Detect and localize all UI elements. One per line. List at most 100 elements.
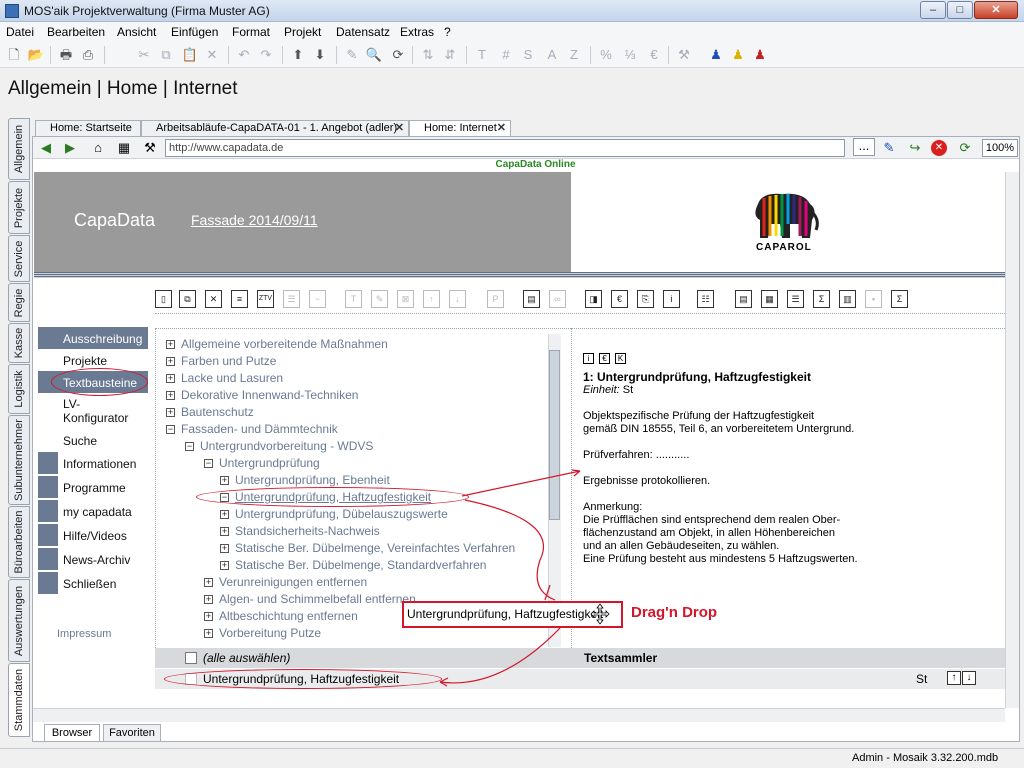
nav-ausschreibung[interactable]: Ausschreibung	[38, 327, 148, 349]
nav-lv-konfigurator[interactable]: LV- Konfigurator	[38, 393, 148, 429]
vtab-auswertungen[interactable]: Auswertungen	[8, 579, 30, 662]
doc-tab-startseite[interactable]: Home: Startseite	[35, 120, 141, 136]
tree-node[interactable]: + Lacke und Lasuren	[166, 371, 283, 387]
euro-doc-icon[interactable]: €	[611, 290, 628, 308]
tree-node[interactable]: + Verunreinigungen entfernen	[204, 575, 367, 591]
expand-icon[interactable]: +	[166, 357, 175, 366]
info-icon[interactable]: i	[663, 290, 680, 308]
minus-icon[interactable]: −	[309, 290, 326, 308]
nav-suche[interactable]: Suche	[38, 429, 148, 451]
tools-icon[interactable]: ⚒	[674, 45, 694, 65]
new-text-icon[interactable]: ▯	[155, 290, 172, 308]
close-tab-icon[interactable]: ✕	[497, 121, 506, 135]
menu-einfuegen[interactable]: Einfügen	[171, 25, 218, 39]
close-tab-icon[interactable]: ✕	[395, 121, 404, 135]
expand-icon[interactable]: +	[220, 527, 229, 536]
down-box-icon[interactable]: ↓	[449, 290, 466, 308]
delete-icon[interactable]: ✕	[202, 45, 222, 65]
expand-icon[interactable]: +	[220, 561, 229, 570]
sigma-doc-icon[interactable]: ▤	[523, 290, 540, 308]
vtab-stammdaten[interactable]: Stammdaten	[8, 663, 30, 737]
arrow-up-icon[interactable]: ⬆	[288, 45, 308, 65]
expand-icon[interactable]: +	[166, 408, 175, 417]
tab-favoriten[interactable]: Favoriten	[103, 724, 161, 742]
expand-icon[interactable]: +	[204, 578, 213, 587]
table-icon[interactable]: ▦	[761, 290, 778, 308]
copy-icon[interactable]: ⧉	[156, 45, 176, 65]
expand-icon[interactable]: +	[220, 544, 229, 553]
text-icon[interactable]: T	[472, 45, 492, 65]
text-block-icon[interactable]: T	[345, 290, 362, 308]
z-icon[interactable]: Z	[564, 45, 584, 65]
cut-icon[interactable]: ✂	[134, 45, 154, 65]
expand-icon[interactable]: +	[166, 340, 175, 349]
expand-icon[interactable]: +	[220, 510, 229, 519]
paste-icon[interactable]: 📋	[180, 45, 200, 65]
print-icon[interactable]: 🖶	[56, 45, 76, 65]
pencil-icon[interactable]: ✎	[342, 45, 362, 65]
minimize-button[interactable]: –	[920, 1, 946, 19]
arrow-doc-icon[interactable]: ☷	[697, 290, 714, 308]
euro-icon[interactable]: €	[599, 353, 610, 364]
tree-scroll-thumb[interactable]	[549, 350, 560, 520]
link-icon[interactable]: ∞	[549, 290, 566, 308]
move-up-icon[interactable]: ↑	[947, 671, 961, 685]
tree-node[interactable]: + Vorbereitung Putze	[204, 626, 321, 642]
redo-icon[interactable]: ↷	[256, 45, 276, 65]
zoom-field[interactable]: 100%	[982, 139, 1018, 157]
nav-schliessen[interactable]: Schließen	[38, 572, 148, 594]
s-icon[interactable]: S	[518, 45, 538, 65]
vtab-allgemein[interactable]: Allgemein	[8, 118, 30, 180]
sort-desc-icon[interactable]: ⇵	[440, 45, 460, 65]
reload-icon[interactable]: ⟳	[955, 138, 975, 158]
info-icon[interactable]: i	[583, 353, 594, 364]
lines-icon[interactable]: ≡	[231, 290, 248, 308]
collapse-icon[interactable]: −	[204, 459, 213, 468]
k-icon[interactable]: K	[615, 353, 626, 364]
new-document-icon[interactable]: 🗋	[4, 45, 24, 65]
tools-icon[interactable]: ⚒	[140, 138, 160, 158]
home-icon[interactable]: ⌂	[88, 138, 108, 158]
collapse-icon[interactable]: −	[166, 425, 175, 434]
tree-node[interactable]: + Bautenschutz	[166, 405, 254, 421]
expand-icon[interactable]: +	[204, 629, 213, 638]
close-box-icon[interactable]: ⊠	[397, 290, 414, 308]
expand-icon[interactable]: +	[166, 374, 175, 383]
vtab-service[interactable]: Service	[8, 235, 30, 282]
select-all-checkbox[interactable]	[185, 652, 197, 664]
tree-node[interactable]: + Allgemeine vorbereitende Maßnahmen	[166, 337, 388, 353]
menu-ansicht[interactable]: Ansicht	[117, 25, 156, 39]
delete-text-icon[interactable]: ✕	[205, 290, 222, 308]
menu-projekt[interactable]: Projekt	[284, 25, 321, 39]
red-person-icon[interactable]: ♟	[750, 45, 770, 65]
page-vertical-scrollbar[interactable]	[1005, 172, 1019, 708]
list-icon[interactable]: ☰	[283, 290, 300, 308]
tree-node[interactable]: + Standsicherheits-Nachweis	[220, 524, 380, 540]
expand-icon[interactable]: +	[166, 391, 175, 400]
currency-icon[interactable]: €	[644, 45, 664, 65]
arrow-down-icon[interactable]: ⬇	[310, 45, 330, 65]
pen-icon[interactable]: ✎	[371, 290, 388, 308]
nav-informationen[interactable]: Informationen	[38, 452, 148, 474]
nav-my-capadata[interactable]: my capadata	[38, 500, 148, 522]
nav-hilfe-videos[interactable]: Hilfe/Videos	[38, 524, 148, 546]
bag-icon[interactable]: ◨	[585, 290, 602, 308]
nav-news-archiv[interactable]: News-Archiv	[38, 548, 148, 570]
find-icon[interactable]: 🔍	[364, 45, 384, 65]
hash-icon[interactable]: #	[496, 45, 516, 65]
tree-node[interactable]: + Farben und Putze	[166, 354, 276, 370]
collapse-icon[interactable]: −	[185, 442, 194, 451]
up-box-icon[interactable]: ↑	[423, 290, 440, 308]
report-icon[interactable]: ▥	[839, 290, 856, 308]
expand-icon[interactable]: +	[204, 612, 213, 621]
yellow-person-icon[interactable]: ♟	[728, 45, 748, 65]
tree-node[interactable]: − Untergrundvorbereitung - WDVS	[185, 439, 373, 455]
page-horizontal-scrollbar[interactable]	[33, 708, 1005, 722]
forward-icon[interactable]: ▶	[60, 138, 80, 158]
undo-icon[interactable]: ↶	[234, 45, 254, 65]
doc-tab-internet[interactable]: Home: Internet ✕	[409, 120, 511, 137]
form-icon[interactable]: ▤	[735, 290, 752, 308]
menu-format[interactable]: Format	[232, 25, 270, 39]
print-preview-icon[interactable]: ⎙	[78, 45, 98, 65]
save-icon[interactable]: ▪	[865, 290, 882, 308]
